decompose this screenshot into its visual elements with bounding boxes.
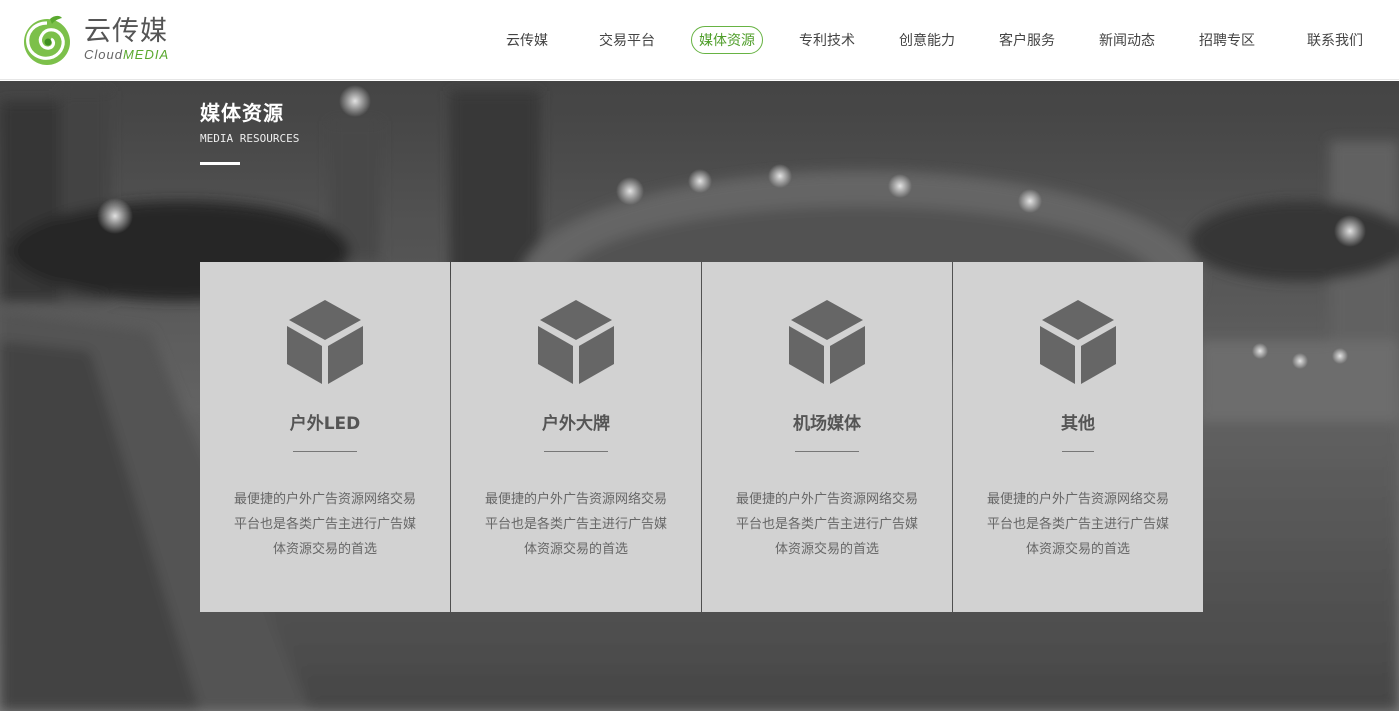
nav-item-customer-service[interactable]: 客户服务: [977, 26, 1077, 54]
nav-label: 招聘专区: [1199, 33, 1255, 49]
card-description: 最便捷的户外广告资源网络交易平台也是各类广告主进行广告媒体资源交易的首选: [233, 492, 416, 557]
nav-item-contact[interactable]: 联系我们: [1277, 26, 1399, 54]
main-nav: 云传媒 交易平台 媒体资源 专利技术 创意能力 客户服务 新闻动态 招聘专区 联…: [477, 0, 1399, 80]
card-divider: [544, 451, 608, 452]
card-divider: [795, 451, 859, 452]
media-card-other[interactable]: 其他 最便捷的户外广告资源网络交易平台也是各类广告主进行广告媒体资源交易的首选: [953, 262, 1203, 612]
cube-icon: [538, 300, 614, 384]
card-title: 户外大牌: [542, 414, 610, 434]
nav-label: 客户服务: [999, 33, 1055, 49]
nav-label: 联系我们: [1307, 33, 1363, 49]
card-title: 机场媒体: [793, 414, 861, 434]
section-title-cn: 媒体资源: [200, 101, 284, 125]
swirl-logo-icon: [24, 15, 70, 65]
nav-item-yunchuanmei[interactable]: 云传媒: [477, 26, 577, 54]
cube-icon: [789, 300, 865, 384]
nav-label: 创意能力: [899, 33, 955, 49]
media-cards: 户外LED 最便捷的户外广告资源网络交易平台也是各类广告主进行广告媒体资源交易的…: [200, 262, 1203, 612]
card-divider: [1062, 451, 1094, 452]
nav-item-trading-platform[interactable]: 交易平台: [577, 26, 677, 54]
cube-icon: [1040, 300, 1116, 384]
card-title: 户外LED: [289, 414, 361, 434]
nav-item-patents[interactable]: 专利技术: [777, 26, 877, 54]
media-card-outdoor-billboard[interactable]: 户外大牌 最便捷的户外广告资源网络交易平台也是各类广告主进行广告媒体资源交易的首…: [451, 262, 701, 612]
logo-en-part2: MEDIA: [122, 47, 170, 62]
card-description: 最便捷的户外广告资源网络交易平台也是各类广告主进行广告媒体资源交易的首选: [484, 492, 667, 557]
logo-english-text: CloudMEDIA: [84, 47, 169, 63]
section-heading: 媒体资源 MEDIA RESOURCES: [200, 97, 299, 165]
nav-label: 交易平台: [599, 33, 655, 49]
section-title-underline: [200, 162, 240, 165]
nav-item-media-resources[interactable]: 媒体资源: [677, 26, 777, 54]
logo-en-part1: Cloud: [84, 47, 123, 62]
card-title: 其他: [1061, 414, 1095, 434]
section-title-en: MEDIA RESOURCES: [200, 132, 300, 145]
media-card-airport[interactable]: 机场媒体 最便捷的户外广告资源网络交易平台也是各类广告主进行广告媒体资源交易的首…: [702, 262, 952, 612]
hero-banner: 媒体资源 MEDIA RESOURCES 户外LED 最便捷的户外广告资源网络交…: [0, 81, 1399, 711]
nav-item-news[interactable]: 新闻动态: [1077, 26, 1177, 54]
card-description: 最便捷的户外广告资源网络交易平台也是各类广告主进行广告媒体资源交易的首选: [986, 492, 1169, 557]
site-header: 云传媒 CloudMEDIA 云传媒 交易平台 媒体资源 专利技术 创意能力 客…: [0, 0, 1399, 80]
nav-item-creative[interactable]: 创意能力: [877, 26, 977, 54]
logo-chinese-text: 云传媒: [84, 16, 168, 47]
media-card-outdoor-led[interactable]: 户外LED 最便捷的户外广告资源网络交易平台也是各类广告主进行广告媒体资源交易的…: [200, 262, 450, 612]
nav-label: 专利技术: [799, 33, 855, 49]
nav-label: 云传媒: [506, 33, 548, 49]
cube-icon: [287, 300, 363, 384]
card-divider: [293, 451, 357, 452]
nav-label: 新闻动态: [1099, 33, 1155, 49]
nav-item-recruitment[interactable]: 招聘专区: [1177, 26, 1277, 54]
nav-label: 媒体资源: [691, 26, 763, 54]
site-logo[interactable]: 云传媒 CloudMEDIA: [20, 12, 190, 68]
card-description: 最便捷的户外广告资源网络交易平台也是各类广告主进行广告媒体资源交易的首选: [735, 492, 918, 557]
